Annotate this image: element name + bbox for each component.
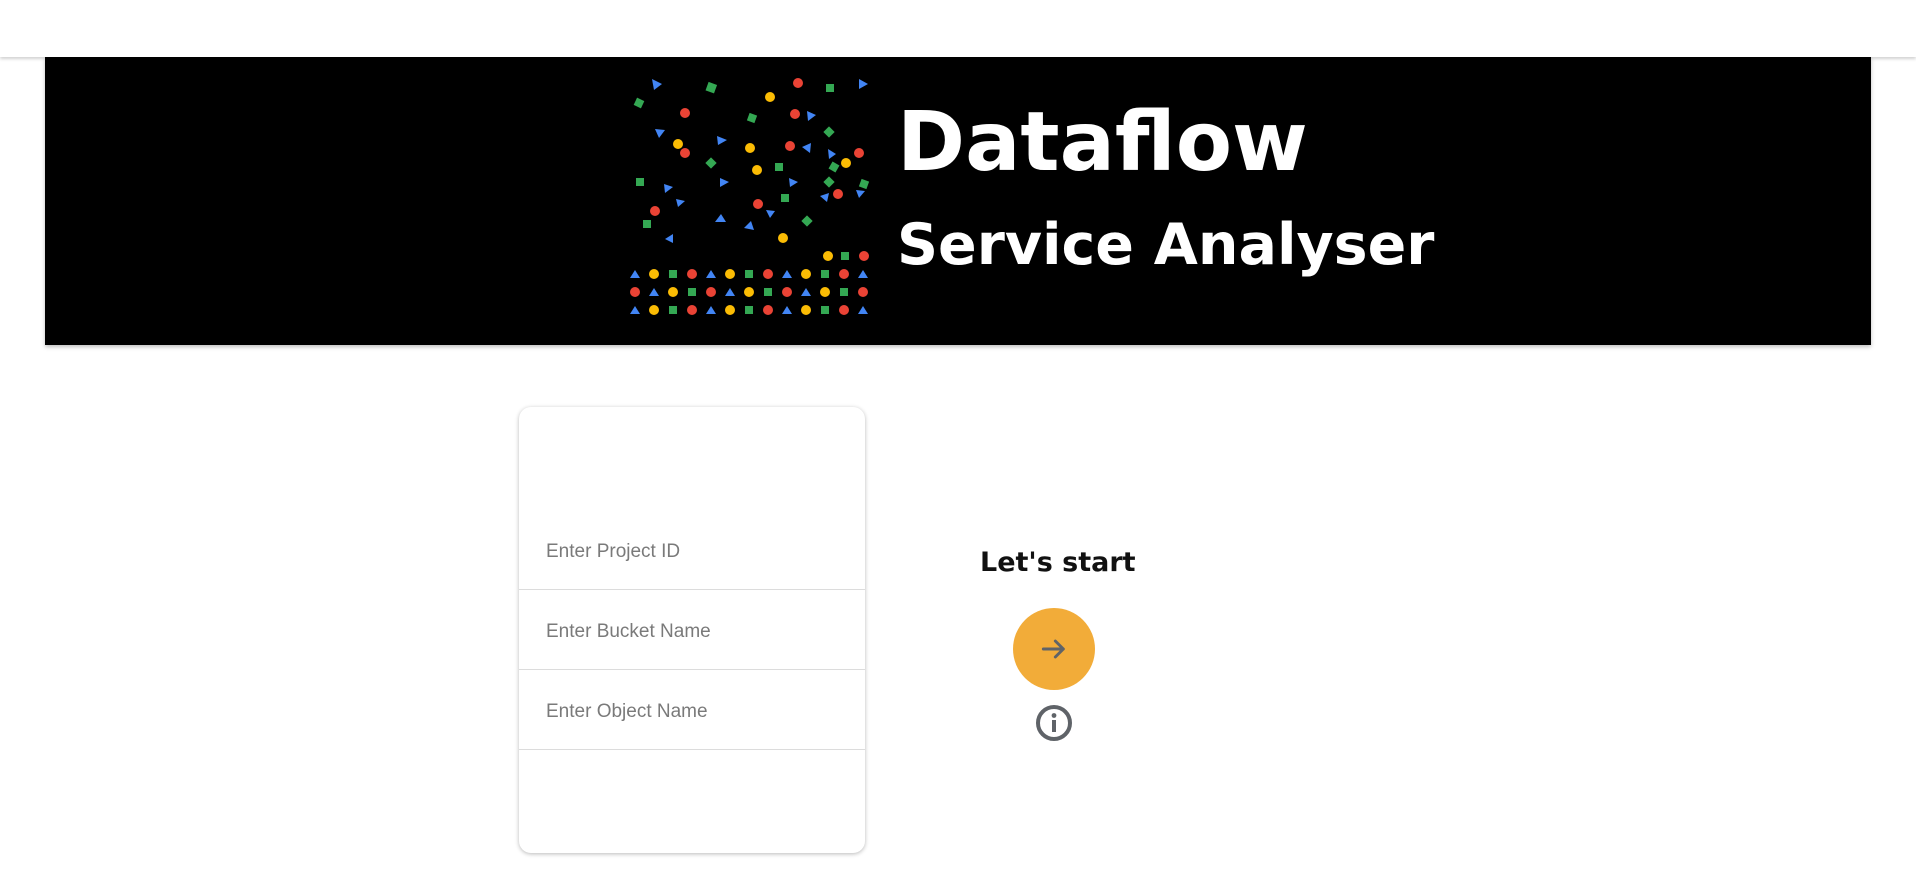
bucket-name-input[interactable] — [544, 614, 848, 650]
app-title: Dataflow — [897, 95, 1308, 190]
arrow-right-icon — [1041, 639, 1065, 659]
top-app-bar — [0, 0, 1916, 57]
confetti-shapes-logo — [630, 78, 870, 315]
bucket-name-field — [519, 590, 865, 670]
info-button[interactable] — [1034, 703, 1074, 743]
project-id-field — [519, 510, 865, 590]
object-name-input[interactable] — [544, 694, 848, 730]
info-icon — [1036, 705, 1072, 741]
project-id-input[interactable] — [544, 534, 848, 570]
object-name-field — [519, 670, 865, 750]
app-subtitle: Service Analyser — [897, 212, 1435, 278]
header-banner: Dataflow Service Analyser — [45, 57, 1871, 345]
start-button[interactable] — [1013, 608, 1095, 690]
start-label: Let's start — [980, 547, 1136, 578]
